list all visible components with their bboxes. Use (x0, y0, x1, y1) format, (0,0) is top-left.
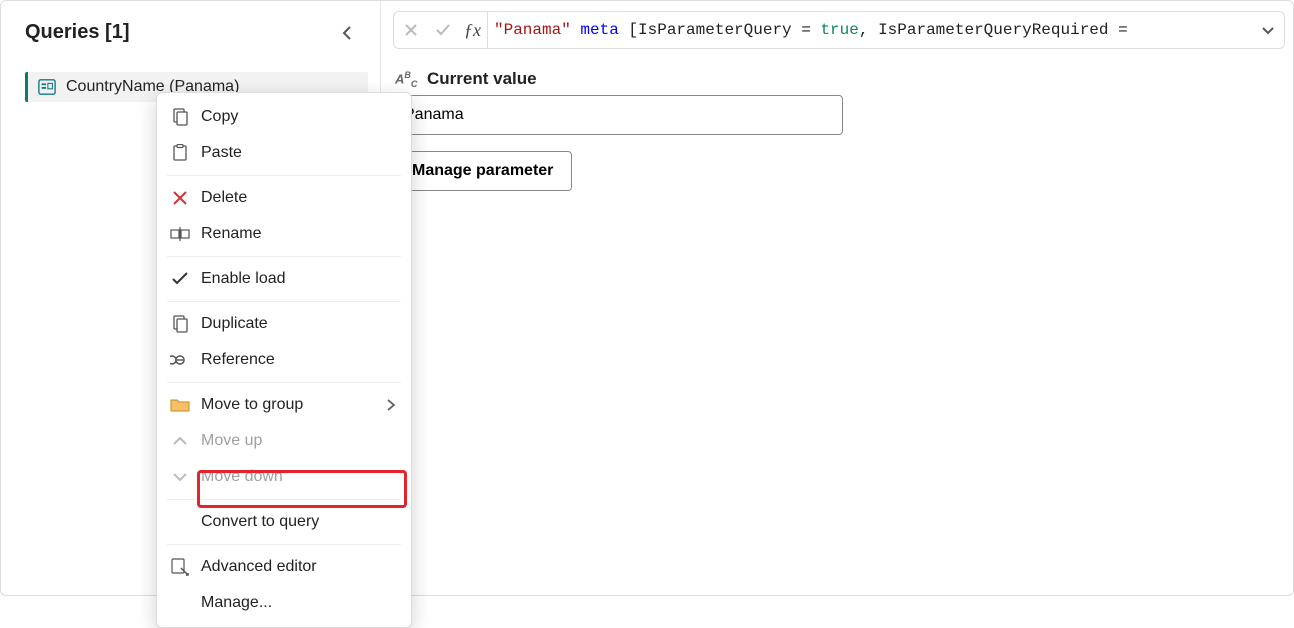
advanced-editor-icon (169, 556, 191, 578)
main-panel: ƒx "Panama" meta [IsParameterQuery = tru… (381, 1, 1293, 595)
chevron-up-icon (169, 430, 191, 452)
menu-item-label: Manage... (201, 594, 272, 612)
chevron-left-icon (340, 25, 356, 41)
check-icon (435, 23, 451, 37)
menu-item-label: Reference (201, 351, 275, 369)
x-icon (404, 23, 418, 37)
formula-token-keyword: meta (571, 21, 629, 39)
menu-item-manage[interactable]: Manage... (157, 585, 411, 621)
folder-icon (169, 394, 191, 416)
menu-item-duplicate[interactable]: Duplicate (157, 306, 411, 342)
menu-item-label: Duplicate (201, 315, 268, 333)
menu-item-label: Move down (201, 468, 283, 486)
menu-item-move-to-group[interactable]: Move to group (157, 387, 411, 423)
reference-icon (169, 349, 191, 371)
menu-separator (167, 175, 401, 176)
blank-icon (169, 592, 191, 614)
current-value-label-text: Current value (427, 69, 537, 89)
parameter-icon (38, 78, 56, 96)
menu-item-label: Advanced editor (201, 558, 317, 576)
formula-token-string: "Panama" (494, 21, 571, 39)
menu-item-reference[interactable]: Reference (157, 342, 411, 378)
formula-bar: ƒx "Panama" meta [IsParameterQuery = tru… (393, 11, 1285, 49)
cancel-formula-button[interactable] (398, 17, 424, 43)
menu-item-enable-load[interactable]: Enable load (157, 261, 411, 297)
formula-input[interactable]: "Panama" meta [IsParameterQuery = true, … (494, 21, 1254, 39)
chevron-right-icon (385, 399, 397, 411)
text-type-icon: ABC (395, 70, 417, 89)
menu-item-copy[interactable]: Copy (157, 99, 411, 135)
fx-label: ƒx (462, 12, 488, 48)
menu-item-label: Move to group (201, 396, 303, 414)
queries-title: Queries [1] (25, 21, 129, 44)
manage-parameter-button[interactable]: Manage parameter (393, 151, 572, 191)
menu-item-convert-to-query[interactable]: Convert to query (157, 504, 411, 540)
menu-item-label: Paste (201, 144, 242, 162)
menu-item-label: Rename (201, 225, 261, 243)
current-value-heading: ABC Current value (395, 69, 1285, 89)
menu-item-move-up: Move up (157, 423, 411, 459)
queries-header: Queries [1] (25, 21, 368, 44)
menu-item-label: Move up (201, 432, 262, 450)
menu-separator (167, 256, 401, 257)
current-value-input[interactable] (393, 95, 843, 135)
menu-separator (167, 382, 401, 383)
menu-separator (167, 499, 401, 500)
menu-item-label: Convert to query (201, 513, 319, 531)
query-context-menu: Copy Paste Delete Rename Enable load Dup… (156, 92, 412, 628)
formula-token-text: , IsParameterQueryRequired = (859, 21, 1128, 39)
chevron-down-icon (1260, 22, 1276, 38)
blank-icon (169, 511, 191, 533)
duplicate-icon (169, 313, 191, 335)
formula-token-literal: true (820, 21, 858, 39)
copy-icon (169, 106, 191, 128)
menu-item-label: Copy (201, 108, 238, 126)
menu-item-delete[interactable]: Delete (157, 180, 411, 216)
menu-separator (167, 301, 401, 302)
formula-token-text: [IsParameterQuery = (628, 21, 820, 39)
delete-icon (169, 187, 191, 209)
menu-item-paste[interactable]: Paste (157, 135, 411, 171)
menu-item-move-down: Move down (157, 459, 411, 495)
chevron-down-icon (169, 466, 191, 488)
rename-icon (169, 223, 191, 245)
paste-icon (169, 142, 191, 164)
expand-formula-button[interactable] (1260, 22, 1276, 38)
check-icon (169, 268, 191, 290)
commit-formula-button[interactable] (430, 17, 456, 43)
menu-item-advanced-editor[interactable]: Advanced editor (157, 549, 411, 585)
menu-item-rename[interactable]: Rename (157, 216, 411, 252)
menu-item-label: Delete (201, 189, 247, 207)
menu-item-label: Enable load (201, 270, 286, 288)
menu-separator (167, 544, 401, 545)
collapse-sidebar-button[interactable] (340, 25, 356, 41)
